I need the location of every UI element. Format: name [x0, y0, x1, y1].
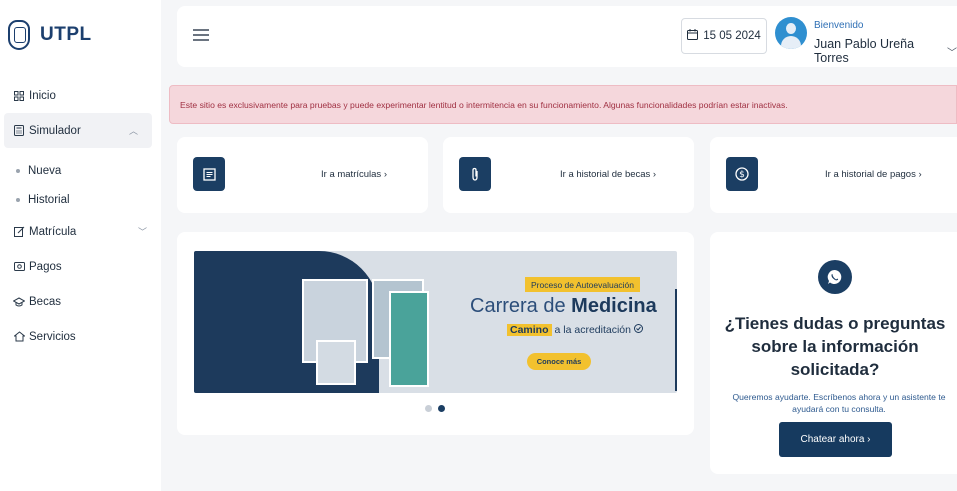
date-display[interactable]: 15 05 2024 [681, 18, 767, 54]
banner-slide[interactable]: Proceso de Autoevaluación Carrera de Med… [194, 251, 677, 393]
carousel-dot-active[interactable] [438, 405, 445, 412]
grid-icon [13, 90, 25, 102]
sidebar-item-inicio[interactable]: Inicio [0, 78, 161, 113]
home-icon [13, 331, 25, 343]
carousel-dots [425, 405, 445, 412]
sidebar-item-pagos[interactable]: Pagos [0, 249, 161, 284]
sidebar-item-label: Simulador [29, 124, 81, 137]
bullet-icon [16, 168, 20, 173]
help-card: ¿Tienes dudas o preguntas sobre la infor… [710, 232, 957, 474]
logo-text: UTPL [40, 24, 92, 45]
document-icon [193, 157, 225, 191]
banner-title: Carrera de Medicina [470, 295, 657, 318]
paperclip-icon [459, 157, 491, 191]
banner-title-bold: Medicina [571, 295, 657, 317]
edit-icon [13, 226, 25, 238]
utpl-seal-icon [8, 20, 30, 50]
user-name: Juan Pablo Ureña Torres [814, 37, 915, 65]
banner-title-prefix: Carrera de [470, 295, 566, 317]
sidebar-item-label: Becas [29, 295, 61, 308]
link-matriculas[interactable]: Ir a matrículas › [321, 169, 387, 180]
sidebar-nav: Inicio Simulador ︿ Nueva Historial Matrí… [0, 78, 161, 354]
carousel-dot[interactable] [425, 405, 432, 412]
banner-accent-bar [675, 289, 677, 391]
sidebar-item-label: Historial [28, 193, 70, 206]
welcome-text: Bienvenido [814, 20, 864, 31]
banner-photo-surgeon [389, 291, 429, 387]
money-icon [13, 261, 25, 273]
alert-text: Este sitio es exclusivamente para prueba… [180, 99, 788, 110]
link-historial-pagos[interactable]: Ir a historial de pagos › [825, 169, 922, 180]
card-pagos[interactable]: $ Ir a historial de pagos › [710, 137, 957, 213]
sidebar-item-label: Pagos [29, 260, 62, 273]
banner-cta-button[interactable]: Conoce más [527, 353, 591, 370]
bullet-icon [16, 197, 20, 202]
sidebar-item-label: Matrícula [29, 225, 77, 238]
date-text: 15 05 2024 [703, 30, 761, 42]
svg-text:$: $ [739, 170, 745, 180]
top-header: 15 05 2024 Bienvenido Juan Pablo Ureña T… [177, 6, 957, 67]
banner-tag: Proceso de Autoevaluación [525, 277, 641, 292]
sidebar-item-label: Nueva [28, 164, 62, 177]
sidebar-item-label: Inicio [29, 89, 56, 102]
hamburger-menu-icon[interactable] [193, 29, 209, 41]
calculator-icon [13, 125, 25, 137]
help-question: ¿Tienes dudas o preguntas sobre la infor… [724, 314, 946, 379]
banner-sub-rest: a la acreditación [554, 324, 631, 336]
whatsapp-icon [818, 260, 852, 294]
chevron-up-icon: ︿ [128, 126, 138, 136]
banner-cta-label: Conoce más [536, 357, 582, 366]
help-text: Queremos ayudarte. Escríbenos ahora y un… [732, 392, 946, 414]
banner-carousel: Proceso de Autoevaluación Carrera de Med… [177, 232, 694, 435]
dollar-icon: $ [726, 157, 758, 191]
avatar[interactable] [775, 17, 807, 49]
sidebar-item-matricula[interactable]: Matrícula ﹀ [0, 214, 161, 249]
banner-sub-highlight: Camino [507, 324, 552, 336]
calendar-icon [687, 29, 699, 43]
sidebar-item-servicios[interactable]: Servicios [0, 319, 161, 354]
sidebar-subitem-nueva[interactable]: Nueva [0, 156, 161, 185]
sidebar-item-label: Servicios [29, 330, 76, 343]
sidebar-subitem-historial[interactable]: Historial [0, 185, 161, 214]
check-circle-icon [633, 324, 643, 336]
chevron-down-icon: ﹀ [947, 47, 957, 59]
utpl-logo[interactable]: UTPL [8, 20, 92, 50]
sidebar: UTPL Inicio Simulador ︿ Nueva Historial [0, 0, 161, 491]
card-matriculas[interactable]: Ir a matrículas › [177, 137, 428, 213]
chevron-down-icon: ﹀ [137, 227, 147, 237]
card-becas[interactable]: Ir a historial de becas › [443, 137, 694, 213]
test-environment-alert: Este sitio es exclusivamente para prueba… [169, 85, 957, 124]
banner-photo-students [316, 340, 356, 385]
user-menu[interactable]: Juan Pablo Ureña Torres ﹀ [814, 37, 957, 65]
sidebar-item-simulador[interactable]: Simulador ︿ [4, 113, 152, 148]
link-historial-becas[interactable]: Ir a historial de becas › [560, 169, 656, 180]
chat-now-button[interactable]: Chatear ahora › [779, 422, 892, 457]
graduation-icon [13, 296, 25, 308]
banner-subtitle: Camino a la acreditación [507, 324, 643, 336]
sidebar-item-becas[interactable]: Becas [0, 284, 161, 319]
